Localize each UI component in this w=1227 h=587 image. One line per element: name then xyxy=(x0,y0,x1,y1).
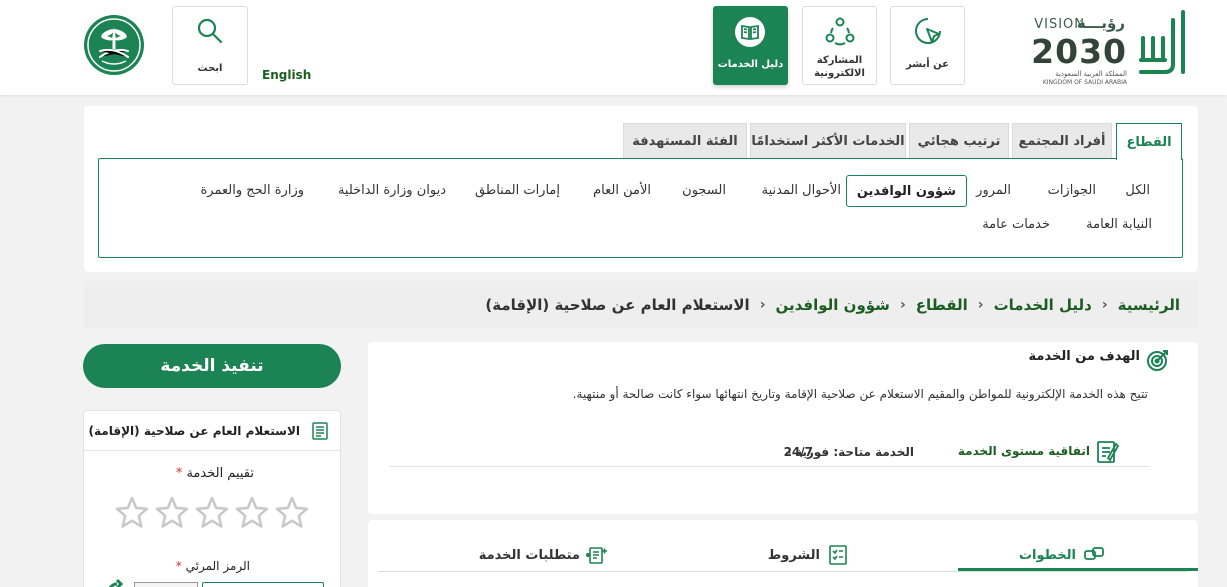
search-button[interactable]: ابحث xyxy=(172,6,248,85)
service-card-header: الاستعلام العام عن صلاحية (الإقامة) xyxy=(84,411,340,451)
chevron-left-icon: ‹ xyxy=(977,297,984,313)
nav-about-label: عن أبشر xyxy=(906,59,949,70)
site-header: VISION رؤيـــة 2030 المملكة العربية السع… xyxy=(0,0,1227,95)
search-label: ابحث xyxy=(197,63,223,74)
tab-most-used[interactable]: الخدمات الأكثر استخدامًا xyxy=(750,123,906,158)
sector-item-passports[interactable]: الجوازات xyxy=(1038,175,1106,207)
tab-requirements-label: متطلبات الخدمة xyxy=(478,547,580,563)
service-details-tabs: الخطوات الشروط متطلبات الخدمة xyxy=(368,520,1198,587)
palm-swords-emblem-icon xyxy=(84,15,144,75)
search-icon xyxy=(196,17,224,45)
sector-item-regions-emirates[interactable]: إمارات المناطق xyxy=(465,175,570,207)
service-goal-description: تتيح هذه الخدمة الإلكترونية للمواطن والم… xyxy=(572,387,1148,401)
divider xyxy=(390,466,1150,467)
captcha-input[interactable] xyxy=(202,582,324,587)
people-network-icon xyxy=(825,16,855,46)
captcha-image xyxy=(134,582,198,587)
star-icon[interactable] xyxy=(154,495,190,531)
sector-item-public-prosecution[interactable]: النيابة العامة xyxy=(1076,209,1162,241)
required-asterisk: * xyxy=(175,559,182,573)
refresh-icon[interactable] xyxy=(104,579,130,587)
nav-eparticipation[interactable]: المشاركة الالكترونية xyxy=(802,6,877,85)
tab-steps-label: الخطوات xyxy=(1018,547,1076,563)
service-card-title: الاستعلام العام عن صلاحية (الإقامة) xyxy=(88,424,300,438)
tab-community-members[interactable]: أفراد المجتمع xyxy=(1012,123,1112,158)
sector-item-expat-affairs[interactable]: شؤون الوافدين xyxy=(845,175,967,207)
breadcrumb-services-guide[interactable]: دليل الخدمات xyxy=(994,296,1092,314)
tab-sector[interactable]: القطاع xyxy=(1116,123,1182,160)
cursor-circle-icon xyxy=(913,16,943,46)
service-goal-card: الهدف من الخدمة تتيح هذه الخدمة الإلكترو… xyxy=(368,342,1198,514)
star-icon[interactable] xyxy=(194,495,230,531)
chevron-left-icon: ‹ xyxy=(759,297,766,313)
breadcrumb: الرئيسية ‹ دليل الخدمات ‹ القطاع ‹ شؤون … xyxy=(84,281,1198,329)
breadcrumb-expat-affairs[interactable]: شؤون الوافدين xyxy=(775,296,889,314)
sector-item-civil-affairs[interactable]: الأحوال المدنية xyxy=(752,175,851,207)
star-rating xyxy=(114,495,312,533)
sector-item-all[interactable]: الكل xyxy=(1115,175,1160,207)
sector-item-prisons[interactable]: السجون xyxy=(672,175,736,207)
tab-conditions-label: الشروط xyxy=(767,547,820,563)
nav-services-guide[interactable]: دليل الخدمات xyxy=(713,6,788,85)
vision-2030-logo: VISION رؤيـــة 2030 المملكة العربية السع… xyxy=(1027,14,1127,86)
tab-requirements[interactable]: متطلبات الخدمة xyxy=(479,538,608,572)
required-asterisk: * xyxy=(175,466,183,481)
open-book-icon xyxy=(734,16,766,47)
service-rating-card: الاستعلام العام عن صلاحية (الإقامة) تقيي… xyxy=(83,410,341,587)
star-icon[interactable] xyxy=(234,495,270,531)
captcha-label-text: الرمز المرئي xyxy=(185,559,250,573)
steps-icon xyxy=(1084,545,1104,565)
document-list-icon xyxy=(312,422,328,440)
absher-logo[interactable] xyxy=(1135,8,1189,80)
breadcrumb-current: الاستعلام العام عن صلاحية (الإقامة) xyxy=(485,296,750,314)
target-icon xyxy=(1146,348,1170,372)
chevron-left-icon: ‹ xyxy=(1101,297,1108,313)
breadcrumb-sector[interactable]: القطاع xyxy=(916,296,968,314)
vision-kingdom-ar: المملكة العربية السعودية xyxy=(1055,70,1127,78)
sector-item-hajj-umrah[interactable]: وزارة الحج والعمرة xyxy=(191,175,315,207)
vision-kingdom-en: KINGDOM OF SAUDI ARABIA xyxy=(1042,79,1127,86)
document-pen-icon xyxy=(1096,438,1120,464)
nav-eparticipation-label: المشاركة الالكترونية xyxy=(814,55,865,79)
star-icon[interactable] xyxy=(114,495,150,531)
tab-conditions[interactable]: الشروط xyxy=(768,538,848,572)
checklist-icon xyxy=(828,545,848,565)
tab-target-group[interactable]: الفئة المستهدفة xyxy=(623,123,747,158)
breadcrumb-home[interactable]: الرئيسية xyxy=(1118,296,1180,314)
tab-alphabetical[interactable]: ترتيب هجائي xyxy=(909,123,1009,158)
nav-services-guide-label: دليل الخدمات xyxy=(717,59,784,70)
sla-label: اتفاقية مستوى الخدمة xyxy=(957,444,1090,458)
chevron-left-icon: ‹ xyxy=(899,297,906,313)
absher-logo-mark xyxy=(1139,10,1185,74)
captcha-label: الرمز المرئي * xyxy=(176,559,250,573)
divider xyxy=(378,571,1188,572)
execute-service-button[interactable]: تنفيذ الخدمة xyxy=(83,344,341,388)
tab-steps[interactable]: الخطوات xyxy=(1019,538,1104,572)
rating-label-text: تقييم الخدمة xyxy=(186,466,254,481)
nav-about-absher[interactable]: عن أبشر xyxy=(890,6,965,85)
category-panel: القطاع أفراد المجتمع ترتيب هجائي الخدمات… xyxy=(84,106,1198,272)
vision-arabic: رؤيـــة xyxy=(1076,14,1125,32)
ministry-emblem xyxy=(82,13,146,77)
sector-item-moi-office[interactable]: ديوان وزارة الداخلية xyxy=(328,175,456,207)
language-switch-link[interactable]: English xyxy=(262,68,311,82)
sector-item-traffic[interactable]: المرور xyxy=(966,175,1021,207)
sector-items-box: الكل الجوازات المرور شؤون الوافدين الأحو… xyxy=(98,158,1183,258)
service-goal-title: الهدف من الخدمة xyxy=(1028,349,1140,364)
vision-year: 2030 xyxy=(1031,32,1127,71)
sector-item-public-security[interactable]: الأمن العام xyxy=(583,175,661,207)
sector-item-general-services[interactable]: خدمات عامة xyxy=(972,209,1060,241)
availability-value: 24/7 xyxy=(783,445,813,459)
requirements-icon xyxy=(586,545,608,565)
star-icon[interactable] xyxy=(274,495,310,531)
rating-label: تقييم الخدمة * xyxy=(176,466,254,481)
